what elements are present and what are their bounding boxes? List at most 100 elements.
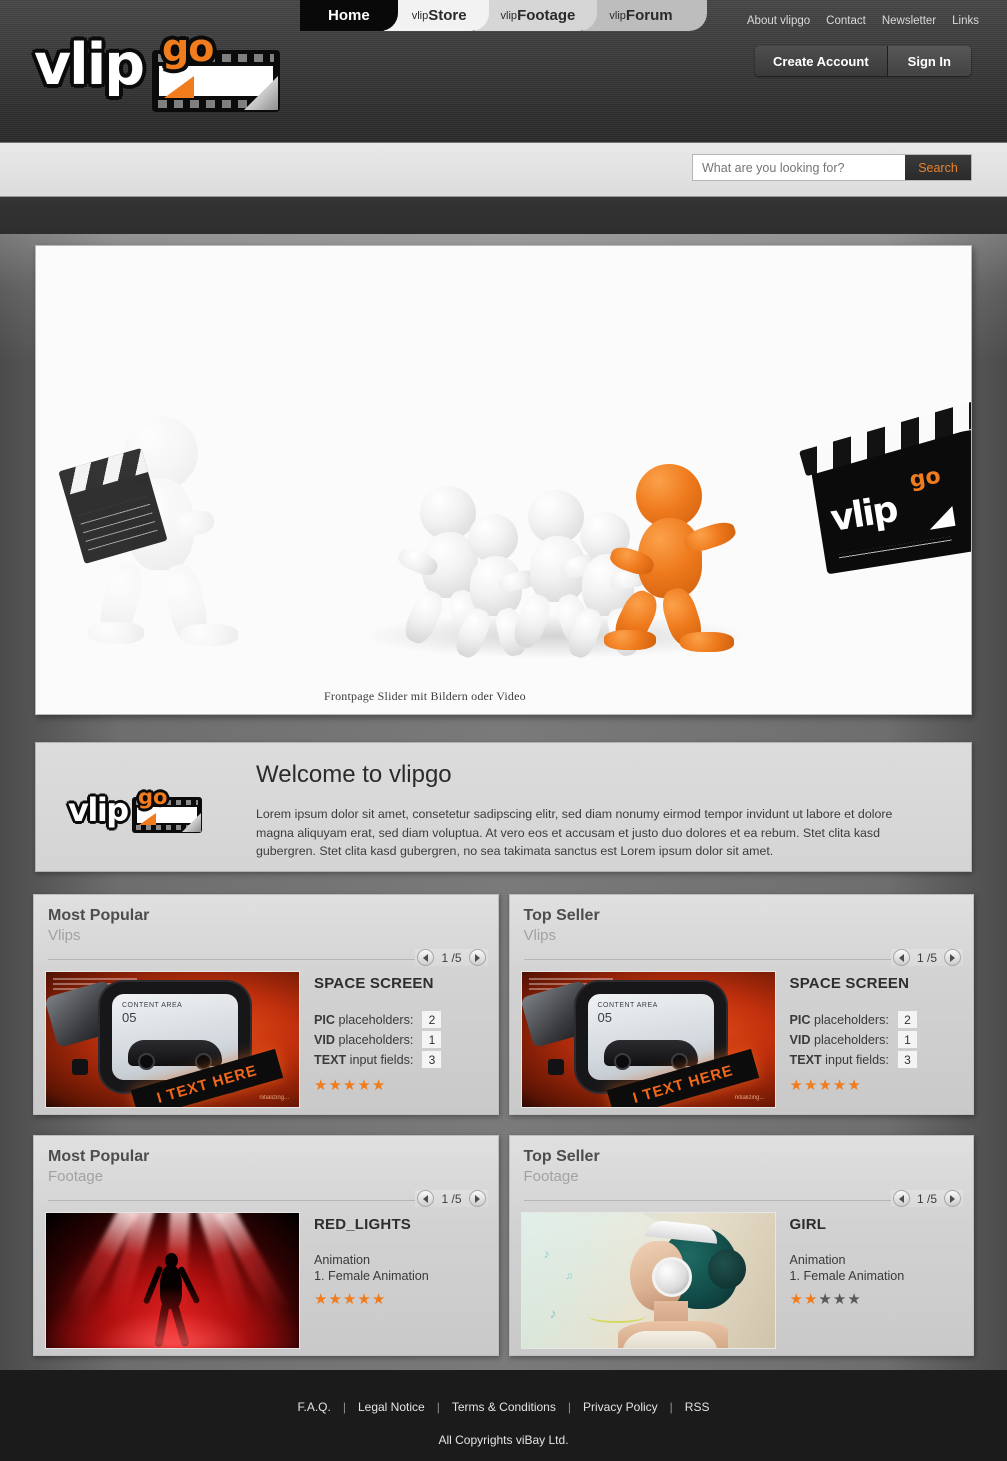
star-icon[interactable]: ★ — [314, 1078, 327, 1093]
star-icon[interactable]: ★ — [818, 1292, 831, 1307]
item-category: Animation — [314, 1253, 371, 1267]
star-icon[interactable]: ★ — [804, 1078, 817, 1093]
item-title: RED_LIGHTS — [314, 1216, 412, 1233]
site-logo[interactable]: vlip go — [34, 28, 282, 116]
tab-vlipforum-prefix: vlip — [609, 9, 626, 22]
spec-row-vid: VID placeholders: 1 — [790, 1030, 963, 1049]
star-icon[interactable]: ★ — [847, 1078, 860, 1093]
create-account-button[interactable]: Create Account — [755, 46, 887, 76]
link-links[interactable]: Links — [952, 15, 979, 27]
tab-vlipforum[interactable]: vlip Forum — [583, 0, 707, 31]
pager-prev-button[interactable] — [892, 1190, 910, 1207]
item-info: SPACE SCREEN PIC placeholders: 2 VID pla… — [300, 971, 487, 1106]
item-title: GIRL — [789, 1216, 827, 1233]
star-icon[interactable]: ★ — [804, 1292, 817, 1307]
spec-label-rest: placeholders: — [810, 1012, 889, 1027]
welcome-logo-go-text: go — [138, 785, 168, 809]
pager-next-button[interactable] — [944, 949, 961, 966]
card-subtitle: Footage — [48, 1168, 104, 1185]
star-icon[interactable]: ★ — [314, 1292, 327, 1307]
star-icon[interactable]: ★ — [328, 1292, 341, 1307]
pager-count: 1 /5 — [916, 950, 937, 965]
tab-vlipfootage-prefix: vlip — [500, 9, 518, 22]
spec-label-rest: input fields: — [346, 1052, 414, 1067]
account-button-group: Create Account Sign In — [755, 46, 971, 76]
card-pager: 1 /5 — [890, 949, 963, 966]
site-footer: F.A.Q. | Legal Notice | Terms & Conditio… — [0, 1370, 1007, 1461]
frontpage-slider[interactable]: x vlip go Frontpage Slider mit Bildern o… — [35, 245, 972, 715]
tab-vlipfootage[interactable]: vlip Footage — [474, 0, 598, 31]
pager-next-button[interactable] — [468, 1190, 486, 1207]
thumb-content-area-number: 05 — [597, 1010, 612, 1025]
tab-home-label: Home — [328, 7, 370, 24]
search-input[interactable] — [693, 155, 905, 180]
header-dark-band — [0, 197, 1007, 234]
pager-next-button[interactable] — [944, 1190, 961, 1207]
sign-in-button[interactable]: Sign In — [887, 46, 971, 76]
spec-label-bold: TEXT — [314, 1052, 347, 1067]
spec-label-bold: PIC — [789, 1012, 811, 1027]
decor-note-icon: ♪ — [549, 1305, 557, 1321]
link-newsletter[interactable]: Newsletter — [882, 15, 936, 27]
spec-value-pic: 2 — [421, 1010, 443, 1029]
thumb-note: nitializing... — [259, 1095, 289, 1101]
star-icon[interactable]: ★ — [343, 1292, 356, 1307]
star-icon[interactable]: ★ — [833, 1292, 846, 1307]
link-contact[interactable]: Contact — [826, 15, 866, 27]
item-spec-list: PIC placeholders: 2 VID placeholders: 1 … — [790, 1010, 963, 1069]
search-bar: Search — [0, 142, 1007, 197]
star-icon[interactable]: ★ — [357, 1292, 370, 1307]
tab-vlipstore-prefix: vlip — [411, 9, 429, 22]
search-button[interactable]: Search — [905, 155, 971, 180]
tab-home[interactable]: Home — [300, 0, 398, 31]
decor-note-icon: ♫ — [565, 1271, 574, 1282]
footer-separator: | — [567, 1400, 571, 1414]
footer-copyright: All Copyrights viBay Ltd. — [438, 1433, 569, 1447]
card-title: Top Seller — [523, 1148, 600, 1165]
main-navigation: Home vlip Store vlip Footage vlip Forum — [300, 0, 707, 31]
item-thumbnail[interactable]: CONTENT AREA 05 I TEXT HERE nitializing.… — [45, 971, 300, 1108]
footer-link-terms-conditions[interactable]: Terms & Conditions — [452, 1400, 556, 1414]
card-pager: 1 /5 — [415, 949, 488, 966]
pager-prev-button[interactable] — [892, 949, 910, 966]
cards-row-vlips: Most Popular Vlips 1 /5 CONTENT AREA 05 … — [0, 894, 1007, 1115]
star-icon[interactable]: ★ — [328, 1078, 341, 1093]
tab-vlipstore[interactable]: vlip Store — [383, 0, 489, 31]
rating-stars[interactable]: ★ ★ ★ ★ ★ — [790, 1078, 963, 1093]
star-icon[interactable]: ★ — [372, 1292, 385, 1307]
spec-label-rest: placeholders: — [335, 1032, 414, 1047]
item-thumbnail[interactable]: ♪ ♫ ♪ — [520, 1212, 776, 1349]
card-top-seller-vlips: Top Seller Vlips 1 /5 CONTENT AREA 05 I … — [508, 894, 974, 1115]
item-info: GIRL Animation 1. Female Animation ★ ★ ★ ★ ★ — [776, 1212, 963, 1347]
search-group: Search — [692, 154, 972, 181]
footer-link-legal-notice[interactable]: Legal Notice — [358, 1400, 425, 1414]
spec-label-bold: PIC — [314, 1012, 335, 1027]
star-icon[interactable]: ★ — [372, 1078, 385, 1093]
star-icon[interactable]: ★ — [357, 1078, 370, 1093]
star-icon[interactable]: ★ — [818, 1078, 831, 1093]
star-icon[interactable]: ★ — [847, 1292, 860, 1307]
star-icon[interactable]: ★ — [790, 1078, 803, 1093]
card-most-popular-vlips: Most Popular Vlips 1 /5 CONTENT AREA 05 … — [33, 894, 499, 1115]
rating-stars[interactable]: ★ ★ ★ ★ ★ — [790, 1292, 963, 1307]
star-icon[interactable]: ★ — [833, 1078, 846, 1093]
pager-prev-button[interactable] — [417, 1190, 435, 1207]
footer-link-rss[interactable]: RSS — [685, 1400, 710, 1414]
star-icon[interactable]: ★ — [343, 1078, 356, 1093]
item-thumbnail[interactable]: CONTENT AREA 05 I TEXT HERE nitializing.… — [520, 971, 776, 1108]
card-title: Most Popular — [48, 1148, 150, 1165]
link-about-vlipgo[interactable]: About vlipgo — [747, 15, 810, 27]
footer-link-privacy-policy[interactable]: Privacy Policy — [583, 1400, 658, 1414]
pager-prev-button[interactable] — [417, 949, 435, 966]
star-icon[interactable]: ★ — [790, 1292, 803, 1307]
card-top-seller-footage: Top Seller Footage 1 /5 ♪ ♫ ♪ GIRL Anima… — [508, 1135, 974, 1356]
pager-count: 1 /5 — [441, 950, 462, 965]
rating-stars[interactable]: ★ ★ ★ ★ ★ — [314, 1292, 487, 1307]
footer-link-faq[interactable]: F.A.Q. — [298, 1400, 331, 1414]
pager-next-button[interactable] — [468, 949, 486, 966]
spec-value-vid: 1 — [896, 1030, 918, 1049]
spec-value-pic: 2 — [896, 1010, 918, 1029]
item-thumbnail[interactable] — [45, 1212, 300, 1349]
rating-stars[interactable]: ★ ★ ★ ★ ★ — [314, 1078, 487, 1093]
logo-wordmark: vlip — [34, 32, 145, 98]
